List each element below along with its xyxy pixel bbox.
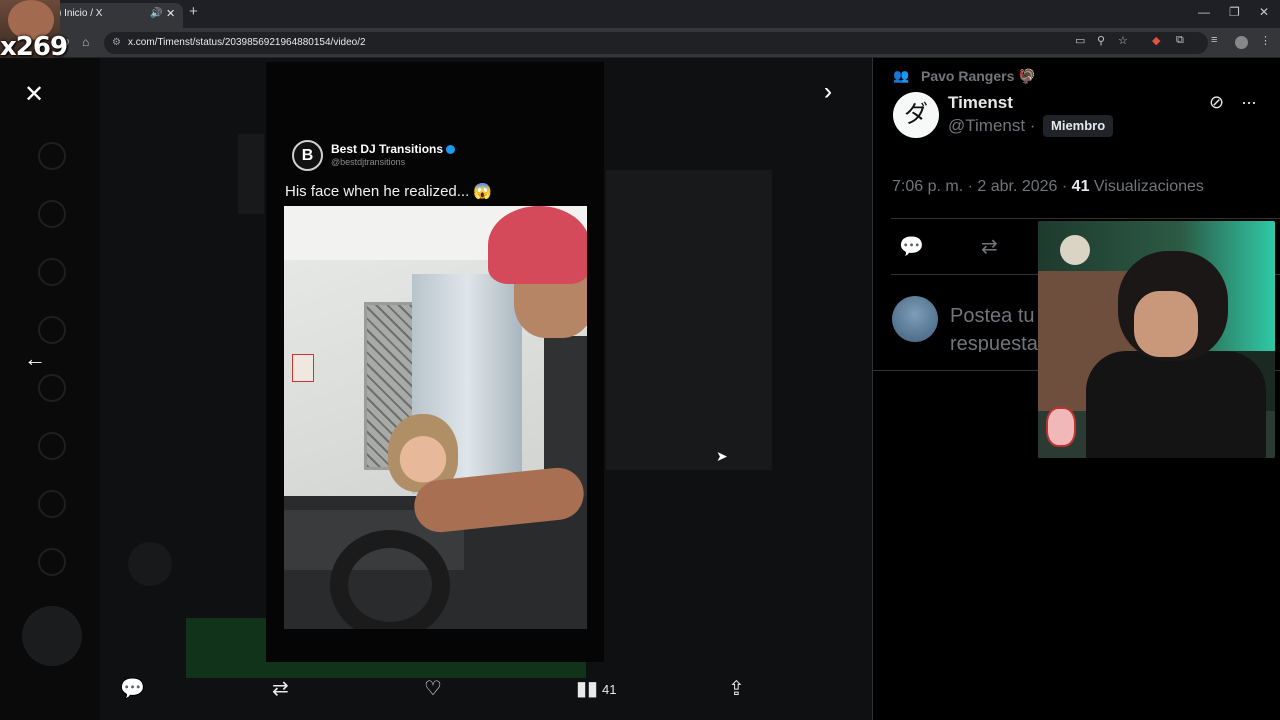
streamer-webcam	[1038, 221, 1275, 458]
window-close-icon[interactable]: ✕	[1259, 5, 1269, 19]
tab-title: ) Inicio / X	[58, 8, 103, 19]
menu-kebab-icon[interactable]: ⋮	[1260, 34, 1271, 47]
share-icon[interactable]: ⇪	[728, 676, 745, 701]
divider	[891, 218, 1280, 219]
audio-icon[interactable]: 🔊	[150, 3, 162, 25]
dimmed-nav-icon	[38, 316, 66, 344]
close-icon[interactable]: ✕	[24, 80, 44, 109]
dimmed-avatar	[128, 542, 172, 586]
community-icon: 👥	[893, 68, 910, 83]
dimmed-nav-icon	[38, 200, 66, 228]
reply-input[interactable]: Postea tu respuesta	[950, 302, 1050, 352]
views-count: 41	[602, 682, 617, 698]
extension-icon[interactable]: ◆	[1152, 34, 1160, 47]
repost-icon[interactable]: ⇄	[272, 676, 289, 701]
url-text: x.com/Timenst/status/2039856921964880154…	[128, 37, 366, 48]
bookmark-star-icon[interactable]: ☆	[1118, 34, 1128, 47]
quoted-author-name: Best DJ Transitions	[331, 142, 456, 156]
views-number: 41	[1071, 178, 1090, 195]
video-scene-headphones	[330, 530, 450, 629]
tab-close-icon[interactable]: ✕	[166, 3, 175, 25]
views-label: Visualizaciones	[1093, 178, 1204, 195]
dimmed-nav-icon	[38, 432, 66, 460]
minimize-icon[interactable]: —	[1198, 5, 1210, 19]
panel-repost-icon[interactable]: ⇄	[981, 234, 998, 259]
video-scene-sign	[292, 354, 314, 382]
views-icon: ▮▮	[576, 678, 599, 700]
dimmed-media	[606, 170, 772, 470]
address-bar[interactable]: ⚙ x.com/Timenst/status/20398569219648801…	[104, 32, 1208, 54]
webcam-person-body	[1086, 351, 1266, 458]
author-name[interactable]: Timenst	[948, 93, 1013, 113]
site-info-icon[interactable]: ⚙	[112, 32, 121, 54]
dimmed-sidebar	[0, 58, 100, 720]
home-icon[interactable]: ⌂	[82, 35, 89, 49]
dimmed-nav-icon	[38, 258, 66, 286]
like-icon[interactable]: ♡	[424, 676, 442, 701]
back-arrow-icon[interactable]: ←	[24, 346, 46, 372]
author-avatar[interactable]: ダ	[893, 92, 939, 138]
browser-tab-bar: ) Inicio / X 🔊 ✕ + — ❐ ✕	[0, 0, 1280, 28]
community-name[interactable]: Pavo Rangers 🦃	[921, 68, 1036, 85]
webcam-microphone	[1060, 235, 1090, 265]
new-tab-button[interactable]: +	[189, 3, 198, 20]
media-action-bar: 💬 ⇄ ♡ ▮▮ 41 ⇪	[0, 670, 872, 710]
panel-reply-icon[interactable]: 💬	[899, 234, 924, 259]
more-icon[interactable]: ···	[1241, 92, 1257, 113]
author-handle[interactable]: @Timenst ·	[948, 116, 1035, 136]
quoted-author-logo: B	[292, 140, 323, 171]
member-badge: Miembro	[1043, 115, 1114, 137]
verified-badge-icon	[446, 145, 456, 155]
cast-icon[interactable]: ▭	[1075, 34, 1085, 47]
post-timestamp[interactable]: 7:06 p. m. · 2 abr. 2026 ·	[892, 178, 1067, 195]
quoted-post-header: B Best DJ Transitions @bestdjtransitions	[292, 140, 592, 174]
reply-user-avatar	[892, 296, 938, 342]
media-viewer: B Best DJ Transitions @bestdjtransitions…	[0, 58, 872, 720]
dimmed-nav-icon	[38, 374, 66, 402]
quoted-post-text: His face when he realized... 😱	[285, 183, 493, 200]
quoted-author-name-text: Best DJ Transitions	[331, 142, 444, 156]
webcam-sticker	[1046, 407, 1076, 447]
zoom-icon[interactable]: ⚲	[1097, 34, 1105, 47]
dimmed-nav-icon	[38, 490, 66, 518]
dimmed-media	[238, 134, 264, 214]
extensions-puzzle-icon[interactable]: ⧉	[1176, 34, 1184, 47]
views-button[interactable]: ▮▮ 41	[576, 676, 616, 701]
dimmed-post-fab	[22, 606, 82, 666]
mouse-cursor: ➤	[716, 448, 728, 464]
grok-icon[interactable]: ⊘	[1209, 92, 1224, 113]
video-player[interactable]	[284, 206, 587, 629]
browser-toolbar: ↻ ⌂ ⚙ x.com/Timenst/status/2039856921964…	[0, 28, 1280, 58]
restore-icon[interactable]: ❐	[1229, 5, 1240, 19]
video-scene-cap	[488, 206, 587, 284]
dimmed-nav-icon	[38, 548, 66, 576]
media-control-icon[interactable]: ≡	[1211, 34, 1217, 46]
webcam-person-face	[1134, 291, 1198, 357]
post-meta: 7:06 p. m. · 2 abr. 2026 · 41 Visualizac…	[892, 178, 1204, 196]
quoted-post-card: B Best DJ Transitions @bestdjtransitions…	[266, 62, 604, 662]
quoted-author-handle: @bestdjtransitions	[331, 157, 406, 167]
reply-icon[interactable]: 💬	[120, 676, 145, 701]
profile-avatar[interactable]	[1235, 36, 1248, 49]
dimmed-nav-icon	[38, 142, 66, 170]
